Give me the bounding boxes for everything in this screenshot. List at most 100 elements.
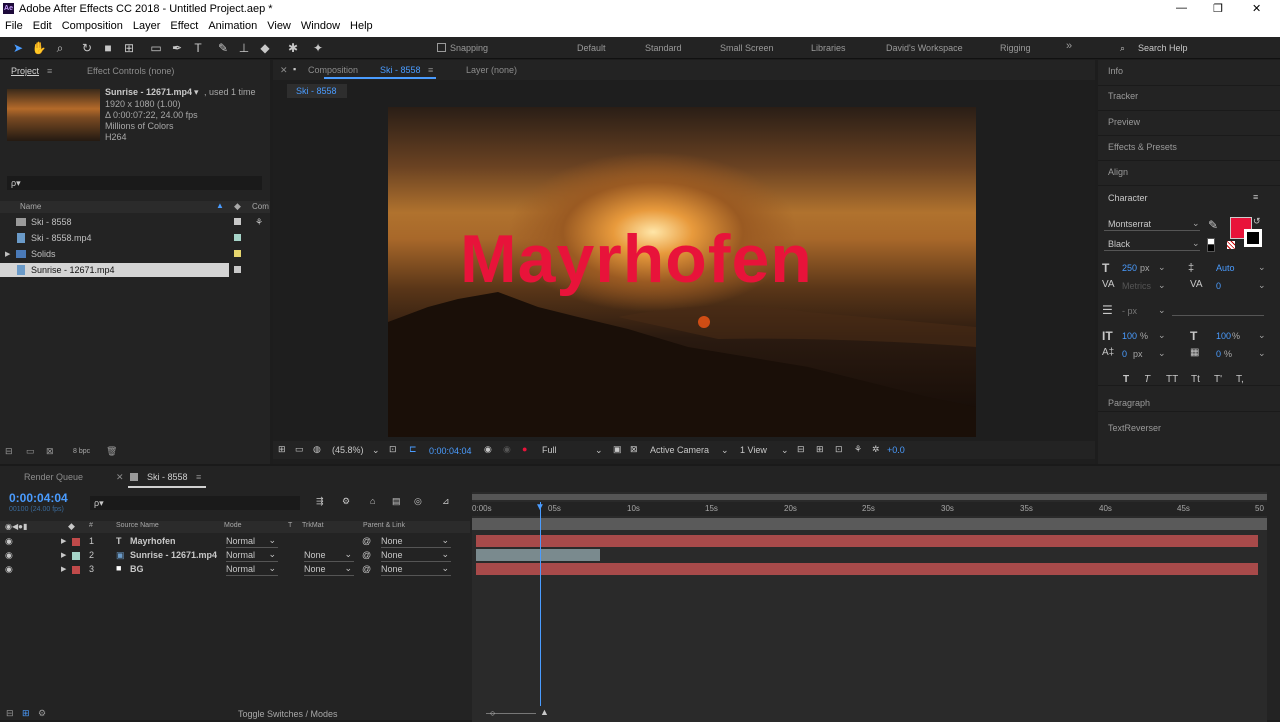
- chevron-down-icon[interactable]: ⌄: [1258, 262, 1266, 273]
- layer-bar-bg[interactable]: [476, 563, 1258, 575]
- snapping-checkbox[interactable]: [437, 43, 446, 52]
- show-snapshot-icon[interactable]: ◉: [503, 444, 511, 455]
- always-preview-icon[interactable]: ⊞: [278, 444, 286, 455]
- zoom-dropdown[interactable]: (45.8%): [332, 445, 364, 455]
- track-matte-dropdown[interactable]: None ⌄: [304, 563, 354, 576]
- black-swatch[interactable]: [1207, 244, 1215, 252]
- font-family-dropdown[interactable]: Montserrat ⌄: [1104, 218, 1200, 231]
- pan-behind-tool-icon[interactable]: ⊞: [121, 40, 137, 56]
- workspace-small-screen[interactable]: Small Screen: [720, 43, 774, 53]
- type-tool-icon[interactable]: T: [190, 40, 206, 56]
- tab-tracker[interactable]: Tracker: [1108, 91, 1138, 101]
- layer-row[interactable]: ◉ ▶ 1 T Mayrhofen Normal ⌄ @ None ⌄: [0, 535, 470, 549]
- tab-textreverser[interactable]: TextReverser: [1108, 423, 1161, 433]
- search-help-input[interactable]: Search Help: [1138, 43, 1188, 53]
- project-item-selected[interactable]: Sunrise - 12671.mp4: [0, 263, 229, 277]
- project-item[interactable]: Ski - 8558 ⚘: [0, 215, 270, 229]
- tab-effect-controls[interactable]: Effect Controls (none): [87, 66, 174, 76]
- comp-mini-flowchart-icon[interactable]: ⇶: [316, 496, 324, 507]
- comp-settings-icon[interactable]: ⊟: [6, 708, 14, 719]
- chevron-down-icon[interactable]: ⌄: [1158, 348, 1166, 359]
- chevron-down-icon[interactable]: ⌄: [1258, 348, 1266, 359]
- close-tab-icon[interactable]: ✕: [280, 65, 288, 76]
- blend-mode-dropdown[interactable]: Normal ⌄: [226, 563, 278, 576]
- baseline-shift-value[interactable]: 0: [1122, 349, 1127, 359]
- tab-preview[interactable]: Preview: [1108, 117, 1140, 127]
- layer-bar-mayrhofen[interactable]: [476, 535, 1258, 547]
- workspace-rigging[interactable]: Rigging: [1000, 43, 1031, 53]
- workspace-davids[interactable]: David's Workspace: [886, 43, 963, 53]
- col-comment[interactable]: Com: [252, 202, 269, 211]
- chevron-down-icon[interactable]: ⌄: [1258, 280, 1266, 291]
- menu-composition[interactable]: Composition: [57, 19, 128, 37]
- mayrhofen-text-layer[interactable]: Mayrhofen: [460, 225, 813, 293]
- small-caps-icon[interactable]: Tt: [1191, 374, 1200, 385]
- eraser-tool-icon[interactable]: ◆: [257, 40, 273, 56]
- transparency-grid-icon[interactable]: ⊏: [409, 444, 417, 455]
- flowchart-icon[interactable]: ⚘: [255, 217, 263, 228]
- toggle-switches-modes[interactable]: Toggle Switches / Modes: [238, 709, 338, 719]
- playhead-line[interactable]: [540, 502, 541, 706]
- current-time[interactable]: 0:00:04:04: [429, 446, 472, 456]
- snapshot-icon[interactable]: ◉: [484, 444, 492, 455]
- tracking-value[interactable]: 0: [1216, 281, 1221, 291]
- expand-arrow-icon[interactable]: ▶: [5, 250, 10, 258]
- camera-dropdown[interactable]: Active Camera: [650, 445, 709, 455]
- font-size-value[interactable]: 250: [1122, 263, 1137, 273]
- rotate-tool-icon[interactable]: ↻: [79, 40, 95, 56]
- menu-help[interactable]: Help: [345, 19, 378, 37]
- label-tag-icon[interactable]: ◆: [234, 201, 241, 212]
- tab-render-queue[interactable]: Render Queue: [24, 472, 83, 482]
- comp-menu-icon[interactable]: ≡: [428, 65, 433, 75]
- tab-layer[interactable]: Layer (none): [466, 65, 517, 75]
- close-tab-icon[interactable]: ✕: [116, 472, 124, 483]
- eye-icon[interactable]: ◉: [5, 550, 13, 561]
- label-swatch[interactable]: [72, 538, 80, 546]
- mask-view-icon[interactable]: ◍: [313, 444, 321, 455]
- col-preserve-transparency[interactable]: T: [288, 522, 292, 529]
- parent-dropdown[interactable]: None ⌄: [381, 535, 451, 548]
- render-time-icon[interactable]: ⚙: [38, 708, 46, 719]
- tab-composition[interactable]: Ski - 8558: [380, 65, 421, 75]
- no-color-swatch[interactable]: [1227, 241, 1235, 249]
- toggle-transparency-icon[interactable]: ⊠: [630, 444, 638, 455]
- workspace-overflow-icon[interactable]: »: [1066, 40, 1072, 52]
- trash-icon[interactable]: 🗑: [106, 446, 117, 457]
- timeline-icon[interactable]: ⊡: [835, 444, 843, 455]
- roto-brush-tool-icon[interactable]: ✱: [285, 40, 301, 56]
- expand-ports-icon[interactable]: ⊞: [22, 708, 30, 719]
- new-comp-icon[interactable]: ⊠: [46, 446, 54, 457]
- col-mode[interactable]: Mode: [224, 522, 242, 529]
- track-matte-dropdown[interactable]: None ⌄: [304, 549, 354, 562]
- resolution-dropdown[interactable]: Full: [542, 445, 557, 455]
- blend-mode-dropdown[interactable]: Normal ⌄: [226, 549, 278, 562]
- composition-viewer[interactable]: Mayrhofen: [388, 107, 976, 437]
- layer-row[interactable]: ◉ ▶ 2 ▣ Sunrise - 12671.mp4 Normal ⌄ None…: [0, 549, 470, 563]
- workspace-libraries[interactable]: Libraries: [811, 43, 846, 53]
- lock-icon[interactable]: ▪: [293, 64, 296, 74]
- leading-value[interactable]: Auto: [1216, 263, 1235, 273]
- grid-icon[interactable]: ⊡: [389, 444, 397, 455]
- expand-arrow-icon[interactable]: ▶: [61, 565, 66, 573]
- col-track-matte[interactable]: TrkMat: [302, 522, 324, 529]
- chevron-down-icon[interactable]: ⌄: [1158, 330, 1166, 341]
- pen-tool-icon[interactable]: ✒: [169, 40, 185, 56]
- menu-animation[interactable]: Animation: [203, 19, 262, 37]
- stroke-style-dropdown[interactable]: [1172, 304, 1264, 316]
- brush-tool-icon[interactable]: ✎: [215, 40, 231, 56]
- layer-name[interactable]: Sunrise - 12671.mp4: [130, 550, 217, 560]
- view-layout-dropdown[interactable]: 1 View: [740, 445, 767, 455]
- chevron-down-icon[interactable]: ⌄: [1158, 305, 1166, 316]
- interpret-footage-icon[interactable]: ⊟: [5, 446, 13, 457]
- camera-tool-icon[interactable]: ■: [100, 40, 116, 56]
- timeline-menu-icon[interactable]: ≡: [196, 472, 201, 482]
- pickwhip-icon[interactable]: @: [362, 536, 371, 546]
- timeline-search-input[interactable]: ρ▾: [90, 496, 300, 510]
- eyedropper-icon[interactable]: ✎: [1208, 218, 1218, 232]
- horizontal-scale-value[interactable]: 100: [1216, 331, 1231, 341]
- reset-exposure-icon[interactable]: ✲: [872, 444, 880, 455]
- eye-icon[interactable]: ◉: [5, 536, 13, 547]
- timeline-current-time[interactable]: 0:00:04:04: [9, 491, 68, 505]
- sort-up-icon[interactable]: ▲: [216, 201, 224, 210]
- faux-bold-icon[interactable]: T: [1123, 374, 1129, 385]
